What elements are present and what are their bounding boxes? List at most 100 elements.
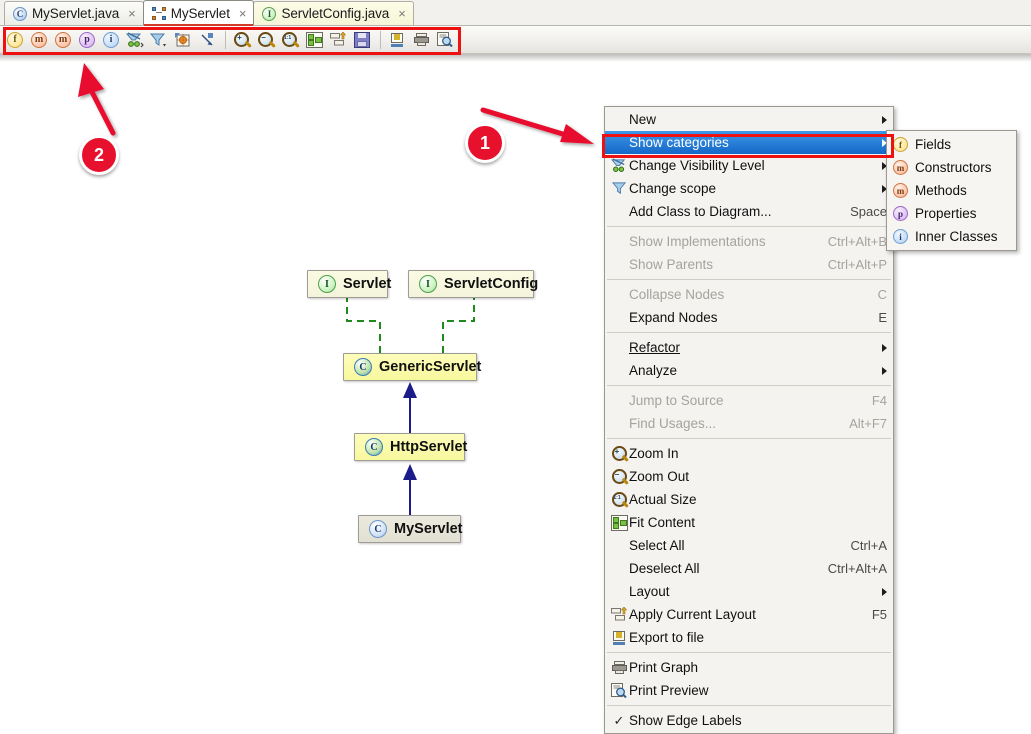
menu-item-label: Show Edge Labels: [629, 713, 742, 728]
zoom-in-button[interactable]: +: [231, 29, 253, 51]
print-preview-icon: [609, 682, 629, 700]
method-badge-icon: m: [893, 183, 908, 198]
menu-separator: [607, 438, 891, 439]
show-constructors-button[interactable]: m: [28, 29, 50, 51]
visibility-funnel-icon: [609, 157, 629, 175]
save-button[interactable]: [351, 29, 373, 51]
menu-item-show-categories[interactable]: Show categories: [605, 131, 893, 154]
actual-size-button[interactable]: 1:1: [279, 29, 301, 51]
menu-item-label: Print Preview: [629, 683, 709, 698]
menu-item-export-to-file[interactable]: Export to file: [605, 626, 893, 649]
show-properties-button[interactable]: p: [76, 29, 98, 51]
tab-myservlet-diagram[interactable]: MyServlet ×: [142, 0, 255, 26]
menu-separator: [607, 279, 891, 280]
annotation-marker-2: 2: [79, 135, 119, 175]
submenu-item-methods[interactable]: m Methods: [887, 179, 1016, 202]
show-inner-classes-button[interactable]: i: [100, 29, 122, 51]
menu-item-shortcut: Ctrl+Alt+B: [827, 234, 887, 249]
menu-item-shortcut: Ctrl+A: [850, 538, 887, 553]
menu-item-add-class-to-diagram[interactable]: Add Class to Diagram... Space: [605, 200, 893, 223]
menu-item-label: Zoom In: [629, 446, 679, 461]
menu-item-zoom-out[interactable]: − Zoom Out: [605, 465, 893, 488]
uml-node-label: GenericServlet: [379, 359, 482, 375]
tab-close-icon[interactable]: ×: [239, 7, 247, 20]
constructor-badge-icon: m: [893, 160, 908, 175]
menu-item-label: Fit Content: [629, 515, 696, 530]
show-dependencies-button[interactable]: [172, 29, 194, 51]
fit-content-button[interactable]: [303, 29, 325, 51]
print-preview-button[interactable]: [434, 29, 456, 51]
show-fields-button[interactable]: f: [4, 29, 26, 51]
show-edges-button[interactable]: [196, 29, 218, 51]
menu-item-zoom-in[interactable]: + Zoom In: [605, 442, 893, 465]
menu-item-layout[interactable]: Layout: [605, 580, 893, 603]
print-graph-button[interactable]: [410, 29, 432, 51]
uml-node-label: HttpServlet: [390, 439, 468, 455]
uml-node-servlet[interactable]: I Servlet: [307, 270, 392, 298]
uml-node-genericservlet[interactable]: C GenericServlet: [343, 353, 481, 381]
submenu-arrow-icon: [882, 587, 887, 596]
menu-icon-placeholder: [609, 415, 629, 433]
menu-item-label: Jump to Source: [629, 393, 724, 408]
zoom-out-button[interactable]: −: [255, 29, 277, 51]
change-scope-button[interactable]: [148, 29, 170, 51]
submenu-arrow-icon: [882, 115, 887, 124]
annotation-marker-1: 1: [465, 123, 505, 163]
menu-item-refactor[interactable]: Refactor: [605, 336, 893, 359]
zoom-in-icon: +: [609, 445, 629, 463]
submenu-item-label: Methods: [915, 183, 967, 198]
submenu-item-properties[interactable]: p Properties: [887, 202, 1016, 225]
interface-icon: I: [318, 275, 336, 293]
change-visibility-level-button[interactable]: [124, 29, 146, 51]
tab-close-icon[interactable]: ×: [128, 7, 136, 20]
uml-node-label: Servlet: [343, 276, 392, 292]
apply-layout-icon: [330, 32, 346, 46]
menu-item-show-edge-labels[interactable]: ✓ Show Edge Labels: [605, 709, 893, 732]
menu-item-label: Analyze: [629, 363, 678, 378]
menu-separator: [607, 332, 891, 333]
submenu-item-inner-classes[interactable]: i Inner Classes: [887, 225, 1016, 248]
checkmark-icon: ✓: [613, 712, 625, 728]
printer-icon: [413, 33, 429, 46]
submenu-item-constructors[interactable]: m Constructors: [887, 156, 1016, 179]
export-to-file-button[interactable]: [386, 29, 408, 51]
menu-icon-placeholder: [609, 560, 629, 578]
menu-item-analyze[interactable]: Analyze: [605, 359, 893, 382]
uml-node-httpservlet[interactable]: C HttpServlet: [354, 433, 468, 461]
tab-label: ServletConfig.java: [281, 6, 390, 21]
menu-item-change-scope[interactable]: Change scope: [605, 177, 893, 200]
show-methods-button[interactable]: m: [52, 29, 74, 51]
tab-servletconfig-java[interactable]: I ServletConfig.java ×: [253, 1, 414, 25]
field-badge-icon: f: [893, 137, 908, 152]
menu-item-new[interactable]: New: [605, 108, 893, 131]
fit-content-icon: [609, 514, 629, 532]
menu-item-print-graph[interactable]: Print Graph: [605, 656, 893, 679]
diagram-context-menu[interactable]: New Show categories Change Visibility Le…: [604, 106, 894, 734]
menu-item-show-implementations: Show Implementations Ctrl+Alt+B: [605, 230, 893, 253]
apply-current-layout-button[interactable]: [327, 29, 349, 51]
menu-item-select-all[interactable]: Select All Ctrl+A: [605, 534, 893, 557]
uml-node-servletconfig[interactable]: I ServletConfig: [408, 270, 538, 298]
menu-item-actual-size[interactable]: 1:1 Actual Size: [605, 488, 893, 511]
submenu-item-fields[interactable]: f Fields: [887, 133, 1016, 156]
menu-item-label: Deselect All: [629, 561, 700, 576]
show-categories-submenu[interactable]: f Fields m Constructors m Methods p Prop…: [886, 130, 1017, 251]
menu-item-deselect-all[interactable]: Deselect All Ctrl+Alt+A: [605, 557, 893, 580]
menu-item-label: Expand Nodes: [629, 310, 718, 325]
menu-item-expand-nodes[interactable]: Expand Nodes E: [605, 306, 893, 329]
menu-item-print-preview[interactable]: Print Preview: [605, 679, 893, 702]
apply-layout-icon: [609, 606, 629, 624]
tab-close-icon[interactable]: ×: [398, 7, 406, 20]
submenu-item-label: Inner Classes: [915, 229, 998, 244]
printer-icon: [609, 659, 629, 677]
menu-item-shortcut: F5: [871, 607, 887, 622]
menu-item-apply-current-layout[interactable]: Apply Current Layout F5: [605, 603, 893, 626]
uml-node-myservlet[interactable]: C MyServlet: [358, 515, 463, 543]
menu-item-change-visibility-level[interactable]: Change Visibility Level: [605, 154, 893, 177]
menu-item-show-parents: Show Parents Ctrl+Alt+P: [605, 253, 893, 276]
menu-icon-placeholder: [609, 256, 629, 274]
tab-myservlet-java[interactable]: C MyServlet.java ×: [4, 1, 144, 25]
submenu-arrow-icon: [882, 343, 887, 352]
menu-item-fit-content[interactable]: Fit Content: [605, 511, 893, 534]
menu-item-shortcut: Alt+F7: [849, 416, 887, 431]
